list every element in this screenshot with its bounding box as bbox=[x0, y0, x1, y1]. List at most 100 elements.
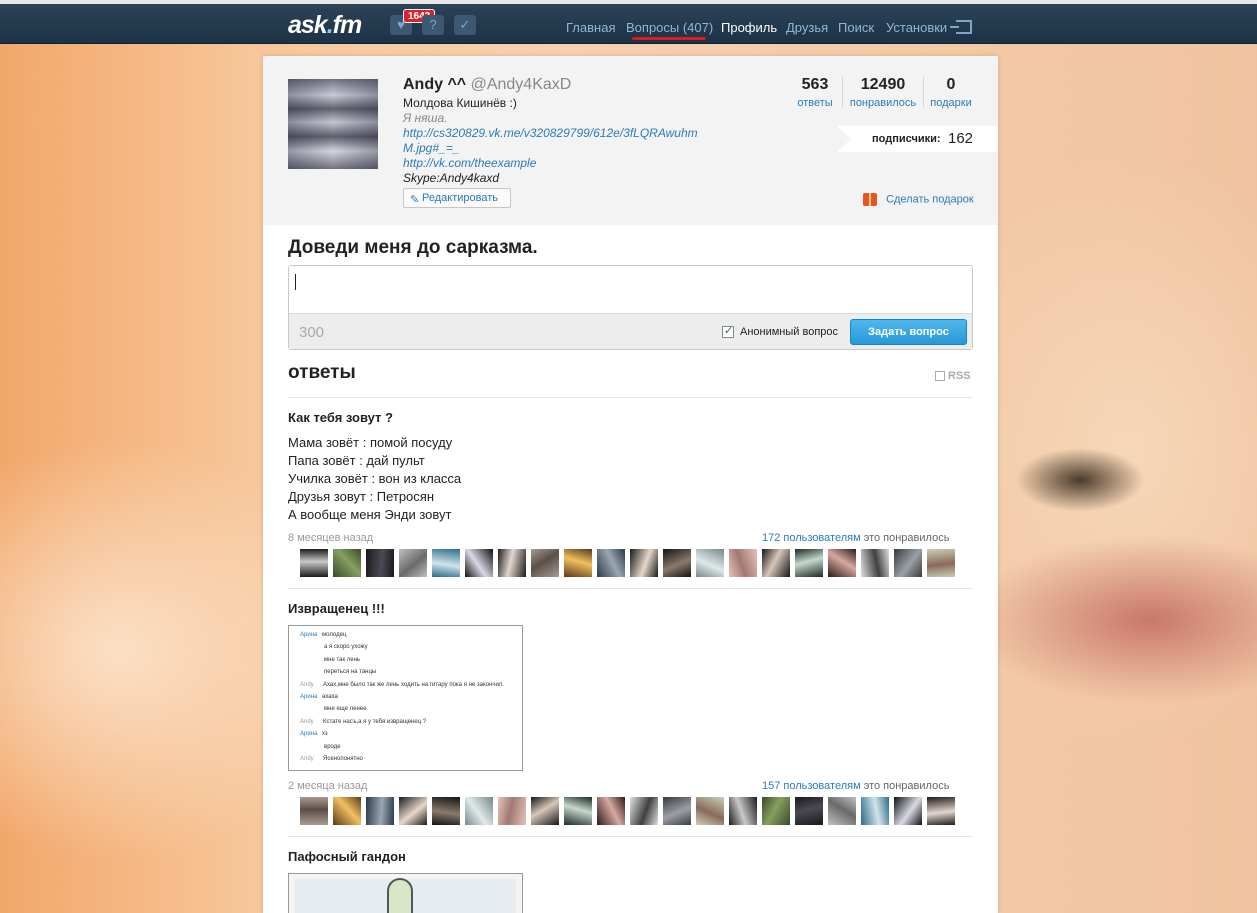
stat-answers[interactable]: 563 ответы bbox=[793, 76, 837, 109]
chat-message: молодец bbox=[322, 632, 347, 638]
give-gift-label: Сделать подарок bbox=[886, 193, 974, 206]
chat-message: вроде bbox=[324, 743, 341, 750]
chat-author: Арина bbox=[300, 694, 318, 700]
stat-likes-value: 12490 bbox=[860, 76, 906, 93]
subscribers-count: 162 bbox=[948, 130, 974, 147]
give-gift-link[interactable]: Сделать подарок bbox=[863, 193, 974, 206]
stat-gifts[interactable]: 0 подарки bbox=[929, 76, 973, 109]
liker-avatar[interactable] bbox=[399, 797, 427, 825]
liker-avatar[interactable] bbox=[366, 549, 394, 577]
liker-avatar[interactable] bbox=[894, 549, 922, 577]
liker-avatar[interactable] bbox=[894, 797, 922, 825]
logout-icon[interactable] bbox=[950, 20, 972, 34]
liker-avatar[interactable] bbox=[531, 549, 559, 577]
chat-author: Andy bbox=[300, 756, 314, 762]
stat-likes[interactable]: 12490 понравилось bbox=[848, 76, 918, 109]
liker-avatar[interactable] bbox=[399, 549, 427, 577]
nav-settings[interactable]: Установки bbox=[886, 20, 947, 35]
subscribers-label: подписчики: bbox=[872, 133, 941, 145]
nav-profile[interactable]: Профиль bbox=[721, 20, 777, 35]
liker-avatar[interactable] bbox=[300, 797, 328, 825]
answer-time[interactable]: 2 месяца назад bbox=[288, 780, 367, 792]
likes-count-link[interactable]: 172 пользователям bbox=[762, 532, 861, 544]
liker-avatar[interactable] bbox=[564, 797, 592, 825]
chat-author: Арина bbox=[300, 632, 318, 638]
liker-avatar[interactable] bbox=[333, 797, 361, 825]
likes-count-link[interactable]: 157 пользователям bbox=[762, 780, 861, 792]
question-title[interactable]: Как тебя зовут ? bbox=[288, 410, 393, 425]
subscribers-tab[interactable]: подписчики: 162 bbox=[837, 126, 998, 152]
liker-avatar[interactable] bbox=[432, 549, 460, 577]
liker-avatar[interactable] bbox=[465, 797, 493, 825]
profile-bio: Я няша. bbox=[403, 111, 448, 125]
answer-likes: 172 пользователям это понравилось bbox=[762, 532, 949, 544]
liker-avatar[interactable] bbox=[498, 797, 526, 825]
profile-avatar[interactable] bbox=[288, 79, 378, 169]
liker-avatar[interactable] bbox=[630, 797, 658, 825]
question-title[interactable]: Извращенец !!! bbox=[288, 601, 385, 616]
edit-profile-button[interactable]: ✎ Редактировать bbox=[403, 188, 511, 208]
profile-skype: Skype:Andy4kaxd bbox=[403, 171, 500, 185]
nav-home[interactable]: Главная bbox=[566, 20, 615, 35]
main-content: Andy ^^ @Andy4KaxD Молдова Кишинёв :) Я … bbox=[263, 56, 998, 913]
liker-avatar[interactable] bbox=[597, 797, 625, 825]
liker-avatar[interactable] bbox=[564, 549, 592, 577]
chat-message: ахаха bbox=[322, 694, 338, 700]
liker-avatar[interactable] bbox=[366, 797, 394, 825]
nav-search[interactable]: Поиск bbox=[838, 20, 874, 35]
rss-icon bbox=[935, 371, 945, 382]
ask-fm-logo[interactable]: ask.fm bbox=[288, 11, 362, 40]
profile-link-2[interactable]: http://vk.com/theexample bbox=[403, 156, 536, 170]
anonymous-checkbox[interactable]: Анонимный вопрос bbox=[722, 324, 838, 339]
liker-avatar[interactable] bbox=[861, 797, 889, 825]
chat-author: Andy bbox=[300, 681, 314, 688]
liker-avatar[interactable] bbox=[465, 549, 493, 577]
liker-avatar[interactable] bbox=[333, 549, 361, 577]
liker-avatar[interactable] bbox=[927, 549, 955, 577]
chat-author: Арина bbox=[300, 731, 318, 738]
liker-avatar[interactable] bbox=[729, 797, 757, 825]
liker-avatar[interactable] bbox=[729, 549, 757, 577]
liker-avatar[interactable] bbox=[432, 797, 460, 825]
answer-line: А вообще меня Энди зовут bbox=[288, 507, 452, 522]
chat-message: мне так лень bbox=[324, 656, 361, 663]
profile-handle: @Andy4KaxD bbox=[470, 76, 572, 93]
liker-avatar[interactable] bbox=[762, 797, 790, 825]
liker-avatar[interactable] bbox=[597, 549, 625, 577]
question-input[interactable]: 300 Анонимный вопрос Задать вопрос bbox=[288, 265, 973, 350]
liker-avatar[interactable] bbox=[795, 549, 823, 577]
liker-avatar[interactable] bbox=[300, 549, 328, 577]
answer-image[interactable] bbox=[288, 873, 523, 913]
divider bbox=[288, 588, 973, 589]
liker-avatar[interactable] bbox=[696, 797, 724, 825]
liker-avatar[interactable] bbox=[762, 549, 790, 577]
liker-avatar[interactable] bbox=[531, 797, 559, 825]
liker-avatar[interactable] bbox=[696, 549, 724, 577]
rss-link[interactable]: RSS bbox=[935, 370, 971, 382]
answer-time[interactable]: 8 месяцев назад bbox=[288, 532, 373, 544]
liker-avatar[interactable] bbox=[828, 797, 856, 825]
liker-avatar[interactable] bbox=[663, 549, 691, 577]
question-icon[interactable]: ? bbox=[422, 15, 444, 35]
nav-friends[interactable]: Друзья bbox=[786, 20, 828, 35]
answer-screenshot-image[interactable]: Арина молодец а я скоро ухожу мне так лень п… bbox=[288, 625, 523, 771]
checkbox-checked-icon[interactable] bbox=[722, 324, 734, 339]
ask-prompt-title: Доведи меня до сарказма. bbox=[288, 237, 538, 258]
ask-toolbar: 300 Анонимный вопрос Задать вопрос bbox=[289, 313, 972, 349]
checkmark-icon[interactable]: ✓ bbox=[454, 15, 476, 35]
stat-divider bbox=[842, 76, 843, 108]
liker-avatar[interactable] bbox=[630, 549, 658, 577]
chat-message: Ахах,мне было так же лень ходить на гита… bbox=[323, 681, 504, 688]
liker-avatar[interactable] bbox=[828, 549, 856, 577]
pencil-icon: ✎ bbox=[410, 194, 420, 206]
liker-avatar[interactable] bbox=[927, 797, 955, 825]
liker-avatar[interactable] bbox=[663, 797, 691, 825]
liker-avatar[interactable] bbox=[861, 549, 889, 577]
liker-avatar[interactable] bbox=[795, 797, 823, 825]
profile-link-1b[interactable]: M.jpg#_=_ bbox=[403, 141, 459, 155]
liker-avatar[interactable] bbox=[498, 549, 526, 577]
profile-link-1a[interactable]: http://cs320829.vk.me/v320829799/612e/3f… bbox=[403, 126, 698, 140]
ask-question-button[interactable]: Задать вопрос bbox=[850, 319, 967, 345]
nav-questions[interactable]: Вопросы (407) bbox=[626, 20, 713, 35]
question-title[interactable]: Пафосный гандон bbox=[288, 849, 406, 864]
